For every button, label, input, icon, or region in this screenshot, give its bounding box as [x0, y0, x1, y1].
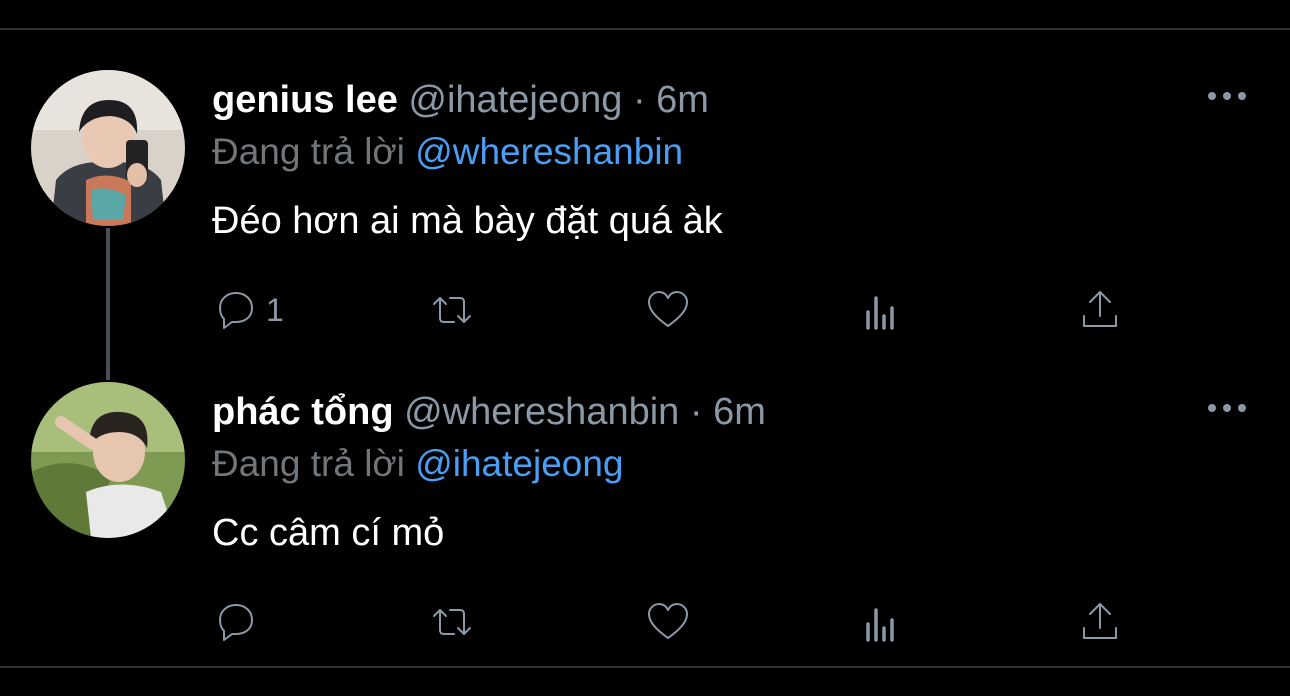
- reply-count: 1: [266, 291, 284, 328]
- analytics-icon: [866, 296, 894, 330]
- replying-to-label: Đang trả lời: [212, 443, 405, 484]
- replying-to-handle-link[interactable]: @ihatejeong: [415, 443, 623, 484]
- more-options-icon[interactable]: [1208, 92, 1248, 104]
- reply-button[interactable]: 1: [212, 282, 284, 338]
- display-name[interactable]: genius lee: [212, 79, 398, 121]
- replying-to-handle-link[interactable]: @whereshanbin: [415, 131, 683, 172]
- timestamp[interactable]: 6m: [656, 79, 709, 121]
- analytics-icon: [866, 608, 894, 642]
- reply-icon: [219, 292, 253, 329]
- like-button[interactable]: [644, 594, 692, 650]
- like-button[interactable]: [644, 282, 692, 338]
- replying-to: Đang trả lời @ihatejeong: [212, 444, 624, 484]
- share-icon: [1083, 603, 1117, 639]
- retweet-button[interactable]: [428, 594, 476, 650]
- heart-icon: [648, 603, 688, 639]
- tweet-actions: [0, 594, 1290, 650]
- analytics-button[interactable]: [860, 282, 908, 338]
- tweet-text: Đéo hơn ai mà bày đặt quá àk: [212, 200, 723, 242]
- analytics-button[interactable]: [860, 594, 908, 650]
- separator-dot: ·: [632, 79, 646, 121]
- tweet-header: phác tổng @whereshanbin · 6m: [212, 392, 766, 432]
- replying-to-label: Đang trả lời: [212, 131, 405, 172]
- more-options-icon[interactable]: [1208, 404, 1248, 416]
- tweet-header: genius lee @ihatejeong · 6m: [212, 80, 709, 120]
- timestamp[interactable]: 6m: [713, 391, 766, 433]
- heart-icon: [648, 291, 688, 327]
- username-handle[interactable]: @whereshanbin: [404, 391, 679, 433]
- display-name[interactable]: phác tổng: [212, 391, 394, 433]
- separator-dot: ·: [689, 391, 703, 433]
- tweet-text: Cc câm cí mỏ: [212, 512, 445, 554]
- top-divider: [0, 28, 1290, 30]
- retweet-button[interactable]: [428, 282, 476, 338]
- tweet-actions: 1: [0, 282, 1290, 338]
- avatar[interactable]: [31, 382, 185, 538]
- retweet-icon: [433, 609, 471, 635]
- share-button[interactable]: [1076, 594, 1124, 650]
- retweet-icon: [433, 297, 471, 323]
- share-button[interactable]: [1076, 282, 1124, 338]
- bottom-divider: [0, 666, 1290, 668]
- replying-to: Đang trả lời @whereshanbin: [212, 132, 683, 172]
- reply-icon: [219, 604, 253, 641]
- reply-button[interactable]: [212, 594, 266, 650]
- avatar[interactable]: [31, 70, 185, 226]
- username-handle[interactable]: @ihatejeong: [408, 79, 622, 121]
- share-icon: [1083, 291, 1117, 327]
